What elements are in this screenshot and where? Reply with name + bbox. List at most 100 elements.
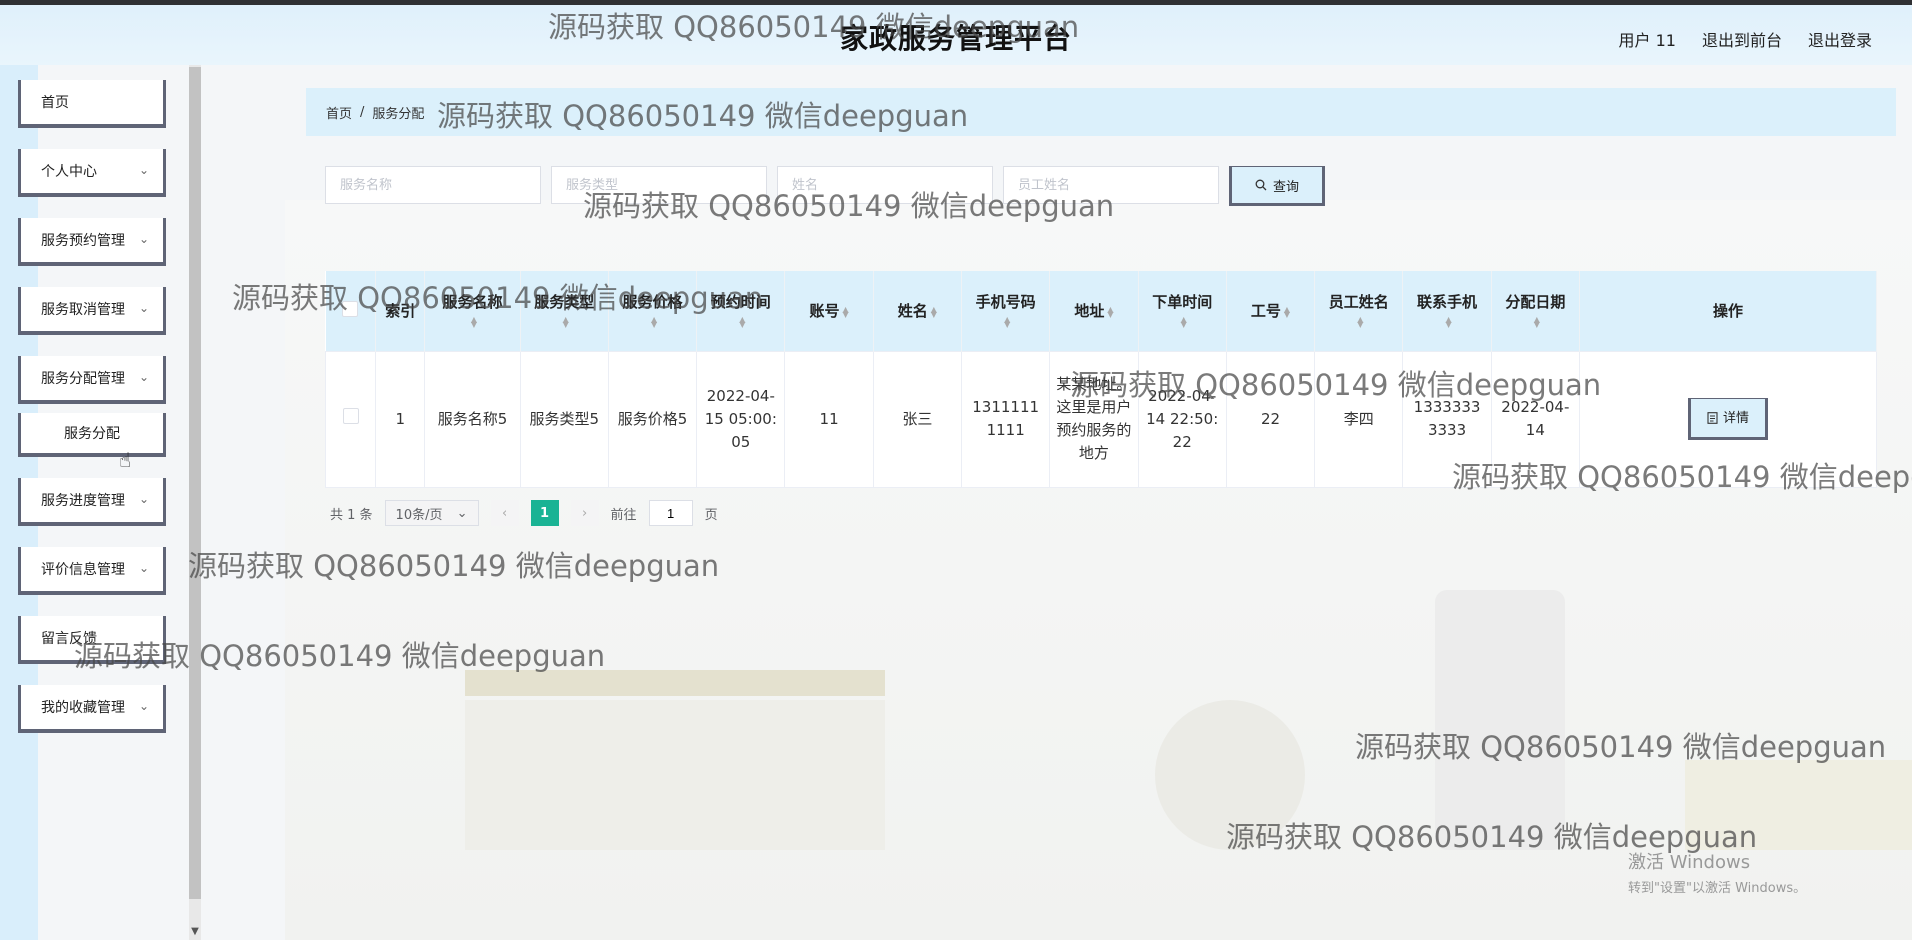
user-label[interactable]: 用户 11 — [1619, 27, 1676, 51]
column-header[interactable]: 下单时间 ▲ ▼ — [1138, 271, 1227, 351]
chevron-down-icon: ⌄ — [138, 561, 149, 575]
column-header[interactable]: 工号 ▲ ▼ — [1226, 271, 1316, 351]
submenu-label: 服务分配 — [64, 426, 120, 442]
chevron-down-icon: ⌄ — [138, 163, 149, 177]
menu-item-favorites-management[interactable]: 我的收藏管理 ⌄ — [18, 685, 166, 733]
chevron-down-icon: ⌄ — [456, 505, 468, 521]
sort-icon[interactable]: ▲ ▼ — [1284, 305, 1290, 318]
next-page-icon[interactable]: › — [570, 500, 599, 526]
table-cell: 2022-04-15 05:00:05 — [696, 350, 786, 488]
table-cell: 13333333333 — [1402, 350, 1492, 488]
document-icon — [1707, 412, 1718, 424]
table-cell: 2022-04-14 — [1490, 350, 1580, 488]
activation-subtitle: 转到"设置"以激活 Windows。 — [1628, 881, 1807, 896]
column-header[interactable]: 地址 ▲ ▼ — [1049, 271, 1139, 351]
service-type-input[interactable] — [551, 166, 767, 204]
menu-item-booking-management[interactable]: 服务预约管理 ⌄ — [18, 218, 166, 266]
sort-icon[interactable]: ▲ ▼ — [843, 305, 849, 318]
column-header[interactable]: 服务名称 ▲ ▼ — [424, 271, 521, 351]
menu-item-progress-management[interactable]: 服务进度管理 ⌄ — [18, 478, 166, 526]
sort-icon[interactable]: ▲ ▼ — [651, 315, 657, 328]
sort-icon[interactable]: ▲ ▼ — [471, 315, 477, 328]
menu-item-personal-center[interactable]: 个人中心 ⌄ — [18, 149, 166, 197]
sort-icon[interactable]: ▲ ▼ — [1004, 315, 1010, 328]
goto-page-input[interactable] — [648, 500, 693, 526]
sort-icon[interactable]: ▲ ▼ — [739, 315, 745, 328]
column-header[interactable]: 预约时间 ▲ ▼ — [696, 271, 786, 351]
table-cell: 张三 — [872, 350, 963, 488]
service-name-input[interactable] — [325, 166, 541, 204]
menu-label: 我的收藏管理 — [41, 700, 125, 716]
sort-icon[interactable]: ▲ ▼ — [1107, 305, 1113, 318]
menu-label: 留言反馈 — [41, 631, 97, 647]
menu-label: 服务预约管理 — [41, 233, 125, 249]
table-cell: 服务价格5 — [607, 350, 698, 488]
row-select-cell — [324, 350, 377, 488]
row-checkbox[interactable] — [342, 407, 359, 424]
detail-button[interactable]: 详情 — [1687, 398, 1768, 440]
data-table: 索引 服务名称 ▲ ▼ 服务类型 ▲ ▼ 服务价格 ▲ ▼ 预约时间 ▲ ▼ 账号 ▲ ▼ 姓名 ▲ ▼… — [324, 271, 1878, 488]
column-header[interactable]: 服务类型 ▲ ▼ — [520, 271, 609, 351]
detail-button-label: 详情 — [1722, 410, 1749, 426]
customer-name-input[interactable] — [777, 166, 993, 204]
menu-item-assignment-management[interactable]: 服务分配管理 ⌄ — [18, 356, 166, 404]
sort-icon[interactable]: ▲ ▼ — [931, 305, 937, 318]
prev-page-icon[interactable]: ‹ — [490, 500, 519, 526]
logout-link[interactable]: 退出登录 — [1808, 27, 1872, 51]
page-number-current[interactable]: 1 — [530, 500, 559, 526]
sort-icon[interactable]: ▲ ▼ — [563, 315, 569, 328]
column-header[interactable]: 账号 ▲ ▼ — [784, 271, 874, 351]
sort-icon[interactable]: ▲ ▼ — [1357, 315, 1363, 328]
select-all-checkbox[interactable] — [342, 300, 359, 317]
column-header[interactable]: 服务价格 ▲ ▼ — [608, 271, 698, 351]
column-header[interactable]: 联系手机 ▲ ▼ — [1402, 271, 1492, 351]
scroll-down-arrow-icon[interactable]: ▼ — [189, 926, 201, 940]
menu-label: 个人中心 — [41, 164, 97, 180]
pagination: 共 1 条 10条/页⌄ ‹ 1 › 前往 页 — [330, 500, 718, 526]
total-count: 共 1 条 — [330, 507, 373, 523]
submenu-item-service-assignment[interactable]: 服务分配 — [18, 413, 166, 457]
table-cell: 服务类型5 — [519, 350, 609, 488]
menu-item-home[interactable]: 首页 — [18, 80, 166, 128]
table-cell: 13111111111 — [961, 350, 1051, 488]
sort-icon[interactable]: ▲ ▼ — [1445, 315, 1451, 328]
header-links: 用户 11 退出到前台 退出登录 — [1619, 27, 1872, 51]
menu-item-review-management[interactable]: 评价信息管理 ⌄ — [18, 547, 166, 595]
breadcrumb-home[interactable]: 首页 — [326, 103, 352, 122]
column-header[interactable]: 分配日期 ▲ ▼ — [1491, 271, 1580, 351]
table-cell: 服务名称5 — [424, 350, 521, 488]
chevron-down-icon: ⌄ — [138, 699, 149, 713]
sidebar-scrollbar[interactable]: ▼ — [189, 65, 201, 940]
menu-item-feedback[interactable]: 留言反馈 — [18, 616, 166, 664]
search-icon — [1255, 179, 1267, 191]
breadcrumb: 首页 / 服务分配 — [306, 88, 1896, 136]
goto-suffix: 页 — [704, 507, 718, 523]
menu-item-cancel-management[interactable]: 服务取消管理 ⌄ — [18, 287, 166, 335]
sort-icon[interactable]: ▲ ▼ — [1181, 315, 1187, 328]
actions-cell: 详情 — [1578, 350, 1878, 488]
back-to-front-link[interactable]: 退出到前台 — [1702, 27, 1782, 51]
menu-label: 服务分配管理 — [41, 371, 125, 387]
table-cell: 11 — [784, 350, 874, 488]
column-header[interactable]: 手机号码 ▲ ▼ — [961, 271, 1051, 351]
table-cell: 1 — [375, 350, 426, 488]
activation-title: 激活 Windows — [1628, 852, 1751, 873]
header: 家政服务管理平台 用户 11 退出到前台 退出登录 — [0, 5, 1912, 65]
menu-label: 服务取消管理 — [41, 302, 125, 318]
table-cell: 李四 — [1314, 350, 1404, 488]
menu-label: 评价信息管理 — [41, 562, 125, 578]
sort-icon[interactable]: ▲ ▼ — [1534, 315, 1540, 328]
search-button-label: 查询 — [1272, 179, 1299, 195]
column-header[interactable]: 姓名 ▲ ▼ — [873, 271, 963, 351]
table-cell: 22 — [1225, 350, 1316, 488]
menu-label: 服务进度管理 — [41, 493, 125, 509]
search-button[interactable]: 查询 — [1229, 166, 1325, 206]
employee-name-input[interactable] — [1003, 166, 1219, 204]
chevron-down-icon: ⌄ — [138, 492, 149, 506]
page-size-select[interactable]: 10条/页 ⌄ — [384, 500, 479, 526]
column-header[interactable]: 员工姓名 ▲ ▼ — [1314, 271, 1404, 351]
breadcrumb-separator: / — [360, 104, 365, 120]
goto-prefix: 前往 — [610, 507, 637, 523]
scrollbar-thumb[interactable] — [189, 67, 201, 899]
table-cell: 某某地址。这里是用户预约服务的地方 — [1049, 350, 1139, 488]
